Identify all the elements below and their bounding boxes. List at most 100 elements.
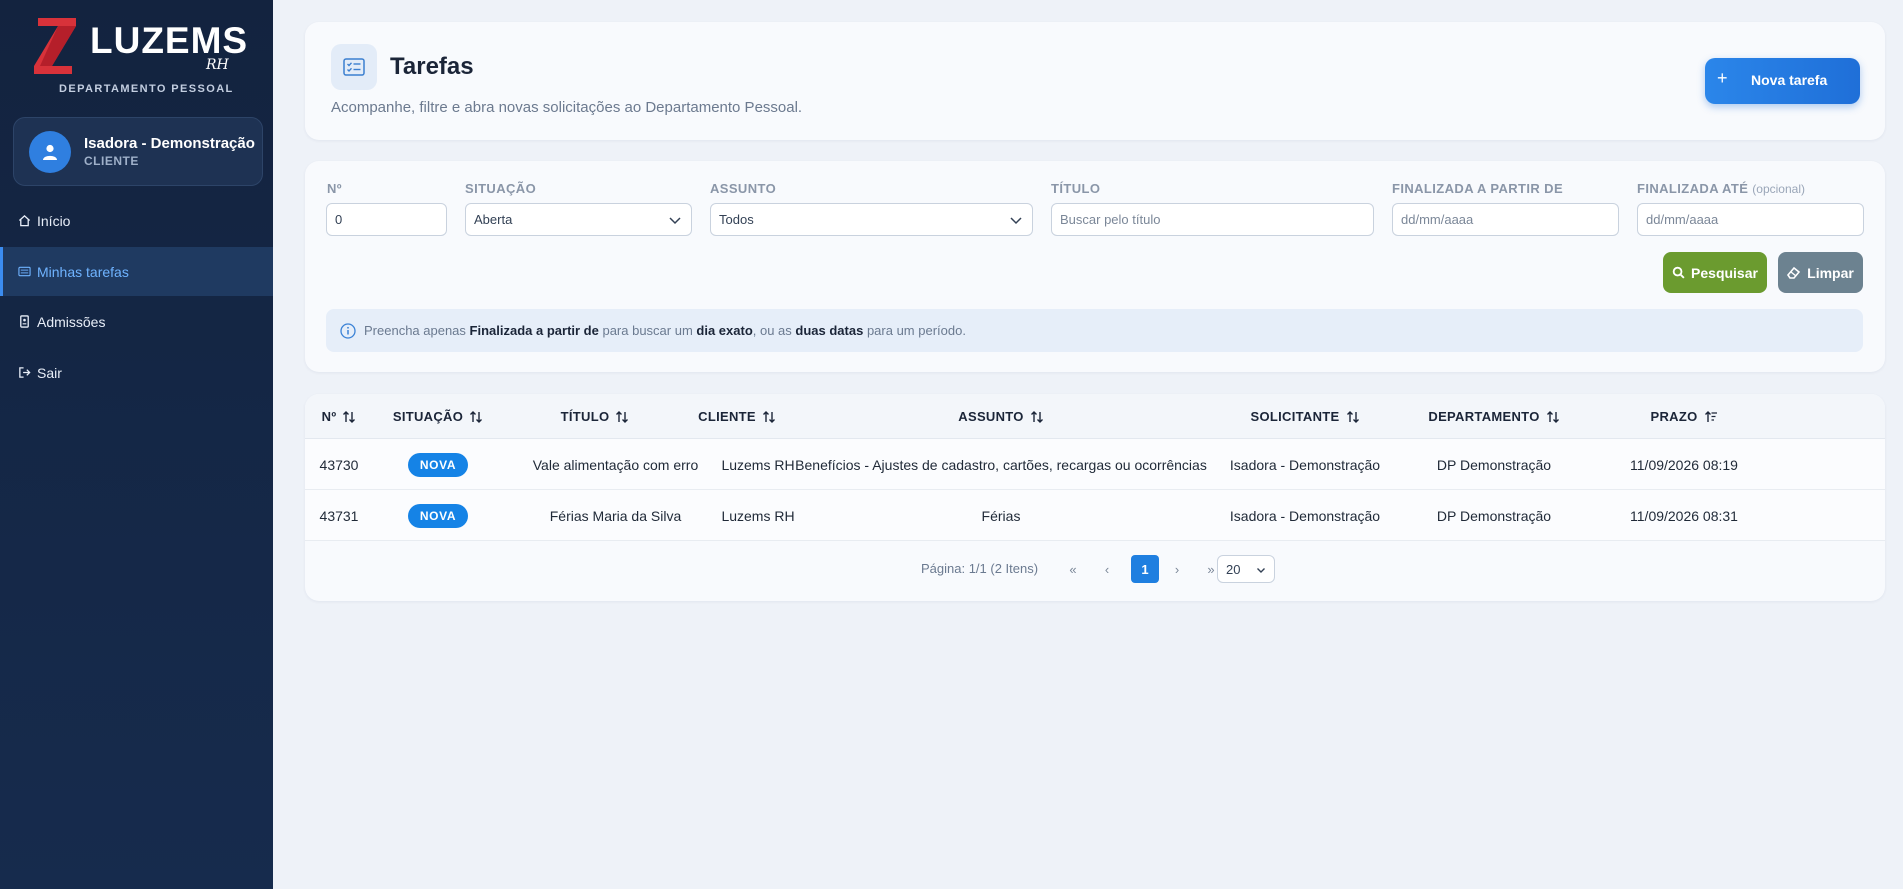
sidebar: LUZEMS RH DEPARTAMENTO PESSOAL Isadora -… xyxy=(0,0,273,889)
page-header: Tarefas Acompanhe, filtre e abra novas s… xyxy=(305,22,1885,140)
status-select-value: Aberta xyxy=(474,212,513,227)
nav-item-label: Sair xyxy=(37,364,62,381)
column-header-situacao[interactable]: SITUAÇÃO xyxy=(373,394,503,439)
info-text-part: para buscar um xyxy=(598,323,697,338)
cell-titulo: Vale alimentação com erro xyxy=(532,456,699,473)
cell-situacao: NOVA xyxy=(373,490,503,541)
number-input[interactable] xyxy=(326,203,447,236)
table-row[interactable]: 43731 NOVA Férias Maria da Silva Luzems … xyxy=(305,490,1885,541)
status-label: SITUAÇÃO xyxy=(465,181,537,196)
pagination: Página: 1/1 (2 Itens) « ‹ 1 › » 20 xyxy=(305,551,1885,587)
first-page-button[interactable]: « xyxy=(1059,555,1087,583)
nav-item-label: Início xyxy=(37,212,71,229)
to-date-input[interactable] xyxy=(1637,203,1864,236)
sort-icon xyxy=(1346,410,1360,424)
info-text-bold: duas datas xyxy=(795,323,864,338)
chevron-down-icon xyxy=(1010,217,1022,225)
page-size-select[interactable]: 20 xyxy=(1217,555,1275,583)
nav-item-label: Admissões xyxy=(37,313,106,330)
clear-button[interactable]: Limpar xyxy=(1778,252,1863,293)
info-text: Preencha apenas Finalizada a partir de p… xyxy=(364,323,966,338)
page-button-current[interactable]: 1 xyxy=(1131,555,1159,583)
search-button[interactable]: Pesquisar xyxy=(1663,252,1767,293)
list-icon xyxy=(18,265,32,279)
sort-asc-icon xyxy=(1704,410,1718,424)
nav-item-sair[interactable]: Sair xyxy=(0,348,273,397)
column-header-departamento[interactable]: DEPARTAMENTO xyxy=(1395,394,1593,439)
column-header-titulo[interactable]: TÍTULO xyxy=(503,394,687,439)
column-header-label: Nº xyxy=(321,409,337,424)
subject-label: ASSUNTO xyxy=(710,181,777,196)
nav-item-admissoes[interactable]: Admissões xyxy=(0,297,273,346)
column-header-label: SOLICITANTE xyxy=(1250,409,1340,424)
table-header: Nº SITUAÇÃO TÍTULO CLIENTE ASSUNTO SOLIC… xyxy=(305,394,1885,439)
nav-item-label: Minhas tarefas xyxy=(37,263,129,280)
tasks-icon xyxy=(331,44,377,90)
column-header-label: CLIENTE xyxy=(698,409,756,424)
search-button-label: Pesquisar xyxy=(1691,264,1758,281)
user-card[interactable]: Isadora - Demonstração CLIENTE xyxy=(13,117,263,186)
cell-solicitante: Isadora - Demonstração xyxy=(1229,507,1381,524)
brand-name: LUZEMS xyxy=(90,20,249,61)
column-header-solicitante[interactable]: SOLICITANTE xyxy=(1215,394,1395,439)
clear-button-label: Limpar xyxy=(1807,264,1854,281)
pagination-info: Página: 1/1 (2 Itens) xyxy=(921,561,1039,576)
page-subtitle: Acompanhe, filtre e abra novas solicitaç… xyxy=(331,99,803,116)
column-header-assunto[interactable]: ASSUNTO xyxy=(787,394,1215,439)
sort-icon xyxy=(342,410,356,424)
sort-icon xyxy=(469,410,483,424)
next-page-button[interactable]: › xyxy=(1163,555,1191,583)
nav-item-minhas-tarefas[interactable]: Minhas tarefas xyxy=(0,247,273,296)
brand-logo[interactable]: LUZEMS RH DEPARTAMENTO PESSOAL xyxy=(28,14,248,99)
info-text-part: para um período. xyxy=(863,323,966,338)
column-header-cliente[interactable]: CLIENTE xyxy=(687,394,787,439)
from-date-input[interactable] xyxy=(1392,203,1619,236)
column-header-label: DEPARTAMENTO xyxy=(1428,409,1540,424)
new-task-label: Nova tarefa xyxy=(1751,72,1828,88)
info-text-bold: dia exato xyxy=(696,323,753,338)
title-search-input[interactable] xyxy=(1051,203,1374,236)
from-date-label: FINALIZADA A PARTIR DE xyxy=(1392,181,1564,196)
cell-numero: 43730 xyxy=(319,456,359,473)
badge-icon xyxy=(18,314,32,329)
sort-icon xyxy=(1546,410,1560,424)
cell-assunto: Férias xyxy=(981,507,1021,524)
status-badge: NOVA xyxy=(407,503,469,528)
number-label: Nº xyxy=(327,181,342,196)
column-header-label: TÍTULO xyxy=(560,409,610,424)
search-icon xyxy=(1672,266,1685,279)
status-select[interactable]: Aberta xyxy=(465,203,692,236)
eraser-icon xyxy=(1787,266,1801,279)
cell-numero: 43731 xyxy=(319,507,359,524)
cell-cliente: Luzems RH xyxy=(721,507,795,524)
info-text-part: , ou as xyxy=(752,323,796,338)
cell-situacao: NOVA xyxy=(373,439,503,490)
cell-solicitante: Isadora - Demonstração xyxy=(1229,456,1381,473)
cell-departamento: DP Demonstração xyxy=(1436,507,1552,524)
tasks-table: Nº SITUAÇÃO TÍTULO CLIENTE ASSUNTO SOLIC… xyxy=(305,394,1885,601)
user-icon xyxy=(43,144,57,160)
info-text-bold: Finalizada a partir de xyxy=(469,323,599,338)
cell-prazo: 11/09/2026 08:31 xyxy=(1630,507,1738,524)
brand-suffix: RH xyxy=(206,57,229,73)
filter-panel: Nº SITUAÇÃO Aberta ASSUNTO Todos TÍTULO … xyxy=(305,161,1885,372)
column-header-numero[interactable]: Nº xyxy=(305,394,373,439)
subject-select[interactable]: Todos xyxy=(710,203,1033,236)
user-name: Isadora - Demonstração xyxy=(84,135,255,152)
filter-info-message: Preencha apenas Finalizada a partir de p… xyxy=(326,309,1863,352)
optional-hint: (opcional) xyxy=(1752,182,1805,196)
sort-icon xyxy=(762,410,776,424)
info-icon xyxy=(340,322,356,339)
cell-prazo: 11/09/2026 08:19 xyxy=(1630,456,1738,473)
table-row[interactable]: 43730 NOVA Vale alimentação com erro Luz… xyxy=(305,439,1885,490)
nav-item-inicio[interactable]: Início xyxy=(0,196,273,245)
column-header-prazo[interactable]: PRAZO xyxy=(1593,394,1775,439)
sort-icon xyxy=(615,410,629,424)
info-text-part: Preencha apenas xyxy=(364,323,470,338)
home-icon xyxy=(18,214,32,228)
brand-department: DEPARTAMENTO PESSOAL xyxy=(59,83,234,95)
new-task-button[interactable]: + Nova tarefa xyxy=(1705,58,1860,104)
to-date-label: FINALIZADA ATÉ (opcional) xyxy=(1637,181,1805,196)
cell-cliente: Luzems RH xyxy=(721,456,795,473)
prev-page-button[interactable]: ‹ xyxy=(1093,555,1121,583)
